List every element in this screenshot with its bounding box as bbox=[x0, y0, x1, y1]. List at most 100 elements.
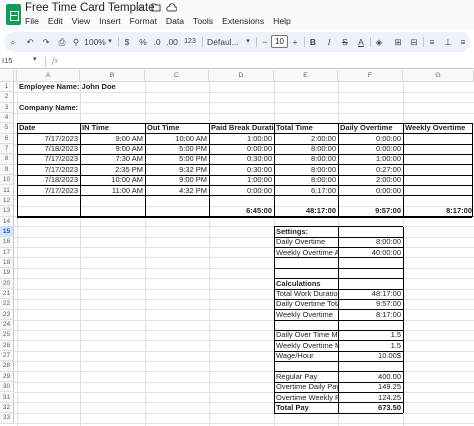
row-header-24[interactable]: 24 bbox=[0, 320, 14, 331]
cell-border bbox=[274, 226, 275, 414]
row-header-33[interactable]: 33 bbox=[0, 413, 14, 424]
row-header-7[interactable]: 7 bbox=[0, 144, 14, 155]
company-name-label: Company Name: bbox=[19, 102, 79, 112]
font-family-select[interactable]: Defaul... bbox=[207, 32, 243, 52]
row-header-8[interactable]: 8 bbox=[0, 154, 14, 165]
row-header-32[interactable]: 32 bbox=[0, 402, 14, 414]
column-header-h[interactable] bbox=[469, 70, 474, 82]
menu-view[interactable]: View bbox=[72, 16, 90, 26]
column-header-f[interactable]: F bbox=[338, 70, 403, 82]
more-formats-button[interactable]: 123 bbox=[182, 32, 198, 52]
percent-format-button[interactable]: % bbox=[137, 32, 149, 52]
row-header-5[interactable]: 5 bbox=[0, 123, 14, 134]
row-header-2[interactable]: 2 bbox=[0, 92, 14, 103]
menu-help[interactable]: Help bbox=[273, 16, 291, 26]
gridline bbox=[14, 371, 474, 373]
row-header-29[interactable]: 29 bbox=[0, 371, 14, 383]
text-wrap-icon[interactable]: ≡ bbox=[457, 32, 469, 52]
column-header-a[interactable]: A bbox=[17, 70, 80, 82]
folder-move-icon[interactable] bbox=[151, 3, 161, 15]
paint-format-icon[interactable]: ⚲ bbox=[69, 32, 83, 52]
zoom-chevron-down-icon[interactable]: ▾ bbox=[106, 32, 114, 52]
weekly-overtime-multiplier-value: 1.5 bbox=[390, 340, 401, 350]
row-header-16[interactable]: 16 bbox=[0, 237, 14, 248]
merge-cells-icon[interactable]: ⊟ bbox=[408, 32, 420, 52]
row-header-19[interactable]: 19 bbox=[0, 268, 14, 279]
search-menus-icon[interactable]: ⌕ bbox=[6, 32, 20, 52]
menu-insert[interactable]: Insert bbox=[99, 16, 121, 26]
redo-icon[interactable]: ↷ bbox=[39, 32, 53, 52]
row-header-14[interactable]: 14 bbox=[0, 216, 14, 227]
total-work-duration-value: 48:17:00 bbox=[371, 289, 401, 298]
row-header-9[interactable]: 9 bbox=[0, 164, 14, 176]
menu-edit[interactable]: Edit bbox=[48, 16, 63, 26]
row-header-3[interactable]: 3 bbox=[0, 102, 14, 114]
timecard-cell: 7/18/2023 bbox=[44, 144, 78, 154]
row-header-22[interactable]: 22 bbox=[0, 299, 14, 310]
horizontal-align-icon[interactable]: ≡ bbox=[426, 32, 438, 52]
menu-data[interactable]: Data bbox=[166, 16, 184, 26]
gridline bbox=[14, 226, 474, 228]
row-header-31[interactable]: 31 bbox=[0, 392, 14, 403]
font-size-input[interactable]: 10 bbox=[271, 35, 288, 48]
sheets-logo-icon[interactable] bbox=[6, 4, 21, 25]
name-box[interactable]: I15 bbox=[2, 56, 12, 65]
row-header-21[interactable]: 21 bbox=[0, 289, 14, 300]
increase-decimal-button[interactable]: .00 bbox=[165, 32, 179, 52]
column-header-e[interactable]: E bbox=[274, 70, 338, 82]
weekly-overtime-setting-value: 40:00:00 bbox=[371, 247, 401, 257]
row-header-25[interactable]: 25 bbox=[0, 330, 14, 341]
text-color-button[interactable]: A bbox=[355, 32, 367, 52]
zoom-select[interactable]: 100% bbox=[83, 32, 107, 52]
formula-bar: I15 ▾ fx bbox=[0, 55, 474, 69]
row-header-15[interactable]: 15 bbox=[0, 226, 14, 238]
row-header-13[interactable]: 13 bbox=[0, 206, 14, 217]
fill-color-icon[interactable]: ◈ bbox=[373, 32, 385, 52]
column-header-c[interactable]: C bbox=[145, 70, 209, 82]
currency-format-button[interactable]: $ bbox=[122, 32, 132, 52]
strikethrough-button[interactable]: S bbox=[339, 32, 351, 52]
column-header-g[interactable]: G bbox=[403, 70, 474, 82]
row-header-18[interactable]: 18 bbox=[0, 257, 14, 269]
italic-button[interactable]: I bbox=[323, 32, 335, 52]
timecard-cell: 0:00:00 bbox=[375, 144, 401, 154]
menu-extensions[interactable]: Extensions bbox=[222, 16, 264, 26]
undo-icon[interactable]: ↶ bbox=[23, 32, 37, 52]
cloud-status-icon[interactable] bbox=[166, 3, 178, 15]
menu-file[interactable]: File bbox=[25, 16, 39, 26]
print-icon[interactable]: ⎙ bbox=[55, 32, 69, 52]
timecard-cell: 11:00 AM bbox=[111, 185, 143, 195]
timecard-cell: 1:00:00 bbox=[246, 175, 272, 185]
spreadsheet-grid[interactable]: A B C D E F G 1 2 3 4 5 6 7 8 9 10 11 12 13 14 15 16 17 18 19 20 21… bbox=[0, 70, 474, 426]
star-icon[interactable]: ☆ bbox=[136, 3, 145, 14]
separator bbox=[423, 37, 424, 47]
font-chevron-down-icon[interactable]: ▾ bbox=[244, 32, 252, 52]
decrease-decimal-button[interactable]: .0 bbox=[151, 32, 163, 52]
name-box-chevron-down-icon[interactable]: ▾ bbox=[33, 55, 37, 63]
borders-icon[interactable]: ⊞ bbox=[392, 32, 404, 52]
row-header-27[interactable]: 27 bbox=[0, 351, 14, 362]
row-header-23[interactable]: 23 bbox=[0, 309, 14, 321]
column-header-b[interactable]: B bbox=[80, 70, 145, 82]
row-header-12[interactable]: 12 bbox=[0, 195, 14, 207]
row-header-11[interactable]: 11 bbox=[0, 185, 14, 196]
decrease-font-size-button[interactable]: − bbox=[260, 32, 270, 52]
row-header-26[interactable]: 26 bbox=[0, 340, 14, 352]
bold-button[interactable]: B bbox=[307, 32, 319, 52]
row-header-10[interactable]: 10 bbox=[0, 175, 14, 186]
row-header-4[interactable]: 4 bbox=[0, 113, 14, 124]
vertical-align-icon[interactable]: ⊥ bbox=[442, 32, 454, 52]
increase-font-size-button[interactable]: + bbox=[290, 32, 300, 52]
row-header-6[interactable]: 6 bbox=[0, 133, 14, 145]
row-header-30[interactable]: 30 bbox=[0, 382, 14, 393]
menu-tools[interactable]: Tools bbox=[193, 16, 213, 26]
row-header-20[interactable]: 20 bbox=[0, 278, 14, 289]
row-header-28[interactable]: 28 bbox=[0, 361, 14, 372]
menu-format[interactable]: Format bbox=[130, 16, 157, 26]
row-header-17[interactable]: 17 bbox=[0, 247, 14, 258]
row-header-1[interactable]: 1 bbox=[0, 82, 14, 93]
column-header-d[interactable]: D bbox=[209, 70, 274, 82]
select-all-corner[interactable] bbox=[0, 70, 14, 82]
daily-overtime-total-value: 9:57:00 bbox=[375, 299, 401, 309]
timecard-cell: 1:00:00 bbox=[246, 133, 272, 143]
